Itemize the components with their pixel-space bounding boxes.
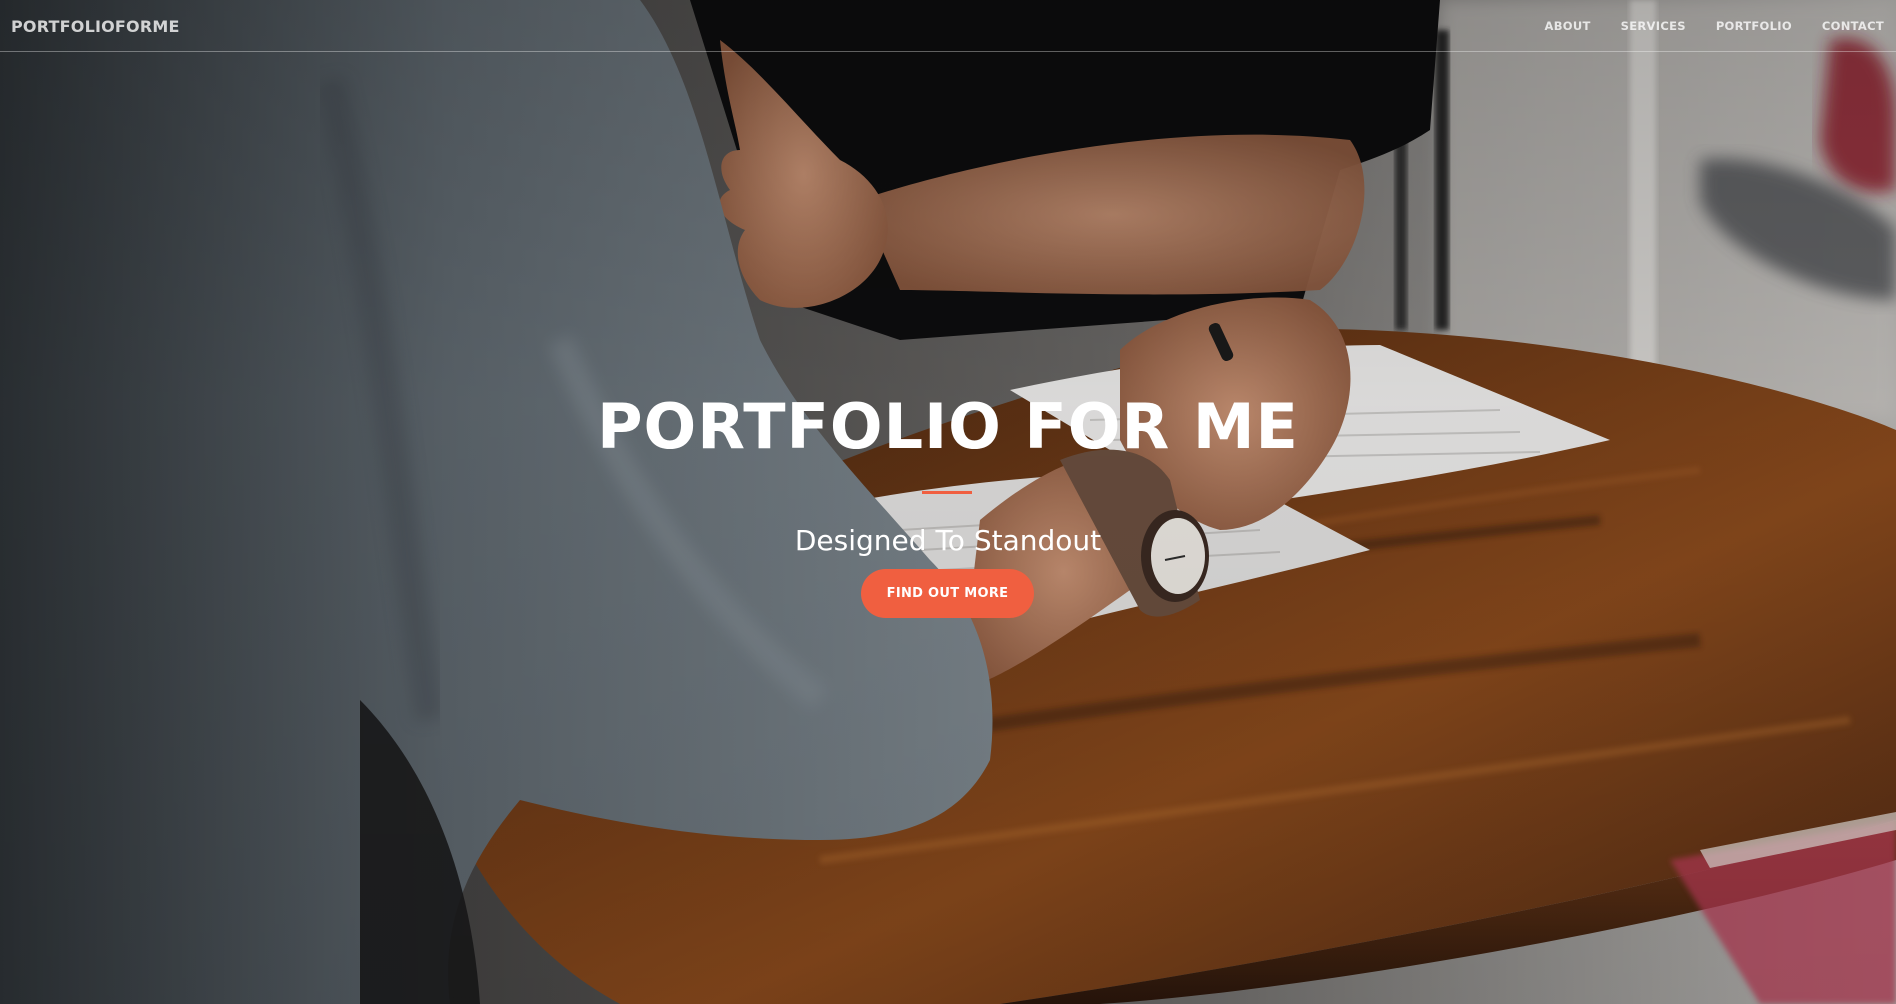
hero-title: PORTFOLIO FOR ME xyxy=(597,390,1299,463)
nav-links: ABOUT SERVICES PORTFOLIO CONTACT xyxy=(1545,19,1884,33)
hero-divider xyxy=(922,491,972,494)
find-out-more-button[interactable]: FIND OUT MORE xyxy=(861,569,1034,618)
hero-subtitle: Designed To Standout xyxy=(794,524,1102,557)
hero-section: PORTFOLIOFORME ABOUT SERVICES PORTFOLIO … xyxy=(0,0,1896,1004)
nav-link-portfolio[interactable]: PORTFOLIO xyxy=(1716,19,1792,33)
brand-logo-link[interactable]: PORTFOLIOFORME xyxy=(11,17,180,36)
hero-overlay xyxy=(0,0,1896,1004)
top-navbar: PORTFOLIOFORME ABOUT SERVICES PORTFOLIO … xyxy=(0,0,1896,52)
nav-link-contact[interactable]: CONTACT xyxy=(1822,19,1884,33)
nav-link-about[interactable]: ABOUT xyxy=(1545,19,1591,33)
nav-link-services[interactable]: SERVICES xyxy=(1621,19,1686,33)
